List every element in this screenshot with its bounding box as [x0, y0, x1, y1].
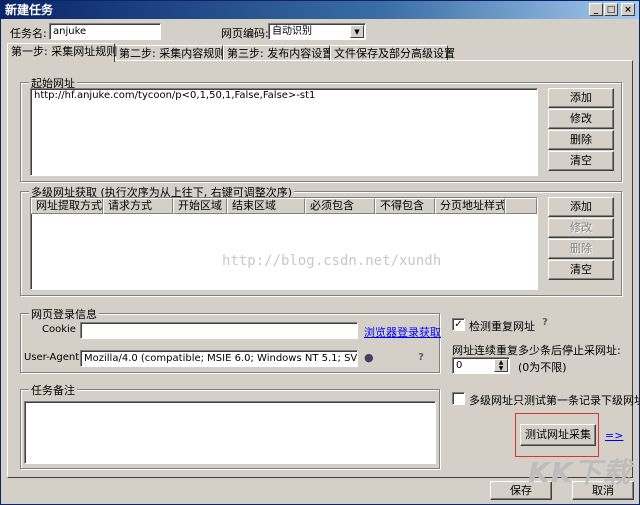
multi-url-edit-button[interactable]: 修改 [548, 218, 614, 238]
close-button[interactable]: × [621, 3, 635, 16]
column-header[interactable]: 网址提取方式 [31, 198, 103, 214]
multi-url-add-button[interactable]: 添加 [548, 197, 614, 217]
start-url-edit-button[interactable]: 修改 [548, 109, 614, 129]
notes-textarea[interactable] [24, 401, 436, 464]
ua-info-icon[interactable]: ● [364, 351, 374, 364]
check-duplicate-label[interactable]: 检测重复网址 [469, 318, 535, 334]
encoding-label: 网页编码: [221, 27, 269, 40]
login-title: 网页登录信息 [29, 306, 99, 322]
multi-test-label[interactable]: 多级网址只测试第一条记录下级网址 [469, 392, 639, 408]
tab-publish-settings[interactable]: 第三步: 发布内容设置 [223, 45, 333, 61]
task-name-input[interactable]: anjuke [49, 23, 161, 40]
column-header-filler [505, 198, 537, 214]
stop-after-stepper[interactable]: 0 ▲ ▼ [452, 357, 510, 374]
window-title: 新建任务 [5, 3, 54, 17]
start-url-add-button[interactable]: 添加 [548, 88, 614, 108]
stop-after-label: 网址连续重复多少条后停止采网址: [452, 344, 621, 357]
ua-help-icon[interactable]: ? [414, 351, 428, 365]
test-url-collection-button[interactable]: 测试网址采集 [520, 424, 596, 446]
task-name-label: 任务名: [10, 27, 47, 40]
new-task-window: 新建任务 _ □ × 任务名: anjuke 网页编码: 自动识别 ▼ 第一步:… [0, 0, 640, 505]
tab-panel: 起始网址 http://hf.anjuke.com/tycoon/p<0,1,5… [7, 60, 639, 478]
start-urls-list[interactable]: http://hf.anjuke.com/tycoon/p<0,1,50,1,F… [30, 88, 538, 176]
title-bar[interactable]: 新建任务 _ □ × [1, 1, 639, 19]
stop-after-value: 0 [456, 360, 463, 371]
multi-test-checkbox[interactable] [452, 392, 465, 405]
multi-url-delete-button[interactable]: 删除 [548, 239, 614, 259]
multi-url-clear-button[interactable]: 清空 [548, 260, 614, 280]
column-header[interactable]: 不得包含 [375, 198, 435, 214]
column-header[interactable]: 必须包含 [305, 198, 375, 214]
cookie-label: Cookie [42, 324, 76, 335]
arrow-link[interactable]: => [605, 429, 623, 442]
maximize-button[interactable]: □ [604, 3, 618, 16]
start-url-delete-button[interactable]: 删除 [548, 130, 614, 150]
column-header[interactable]: 分页地址样式 [435, 198, 505, 214]
encoding-value: 自动识别 [272, 26, 312, 37]
column-header[interactable]: 结束区域 [227, 198, 305, 214]
chevron-down-icon[interactable]: ▼ [350, 25, 364, 38]
notes-title: 任务备注 [29, 382, 77, 398]
tab-url-rules[interactable]: 第一步: 采集网址规则 [7, 43, 117, 62]
start-url-clear-button[interactable]: 清空 [548, 151, 614, 171]
duplicate-help-icon[interactable]: ? [538, 316, 552, 330]
tab-content-rules[interactable]: 第二步: 采集内容规则 [115, 45, 225, 61]
check-duplicate-checkbox[interactable]: ✓ [452, 318, 465, 331]
tab-file-advanced[interactable]: 文件保存及部分高级设置 [330, 45, 455, 61]
start-url-item[interactable]: http://hf.anjuke.com/tycoon/p<0,1,50,1,F… [34, 89, 537, 103]
column-header[interactable]: 请求方式 [103, 198, 173, 214]
user-agent-input[interactable]: Mozilla/4.0 (compatible; MSIE 6.0; Windo… [80, 350, 358, 367]
column-header[interactable]: 开始区域 [173, 198, 227, 214]
spin-arrows-icon[interactable]: ▲ ▼ [494, 359, 508, 372]
unlimited-hint: (0为不限) [518, 361, 567, 374]
browser-login-link[interactable]: 浏览器登录获取 [364, 324, 441, 340]
blog-watermark: http://blog.csdn.net/xundh [222, 253, 442, 269]
site-watermark: KK下载 [528, 456, 632, 489]
cookie-input[interactable] [80, 322, 358, 339]
user-agent-label: User-Agent [24, 352, 80, 363]
encoding-select[interactable]: 自动识别 ▼ [268, 23, 366, 40]
multi-urls-list[interactable]: 网址提取方式 请求方式 开始区域 结束区域 必须包含 不得包含 分页地址样式 [30, 197, 538, 290]
minimize-button[interactable]: _ [589, 3, 603, 16]
